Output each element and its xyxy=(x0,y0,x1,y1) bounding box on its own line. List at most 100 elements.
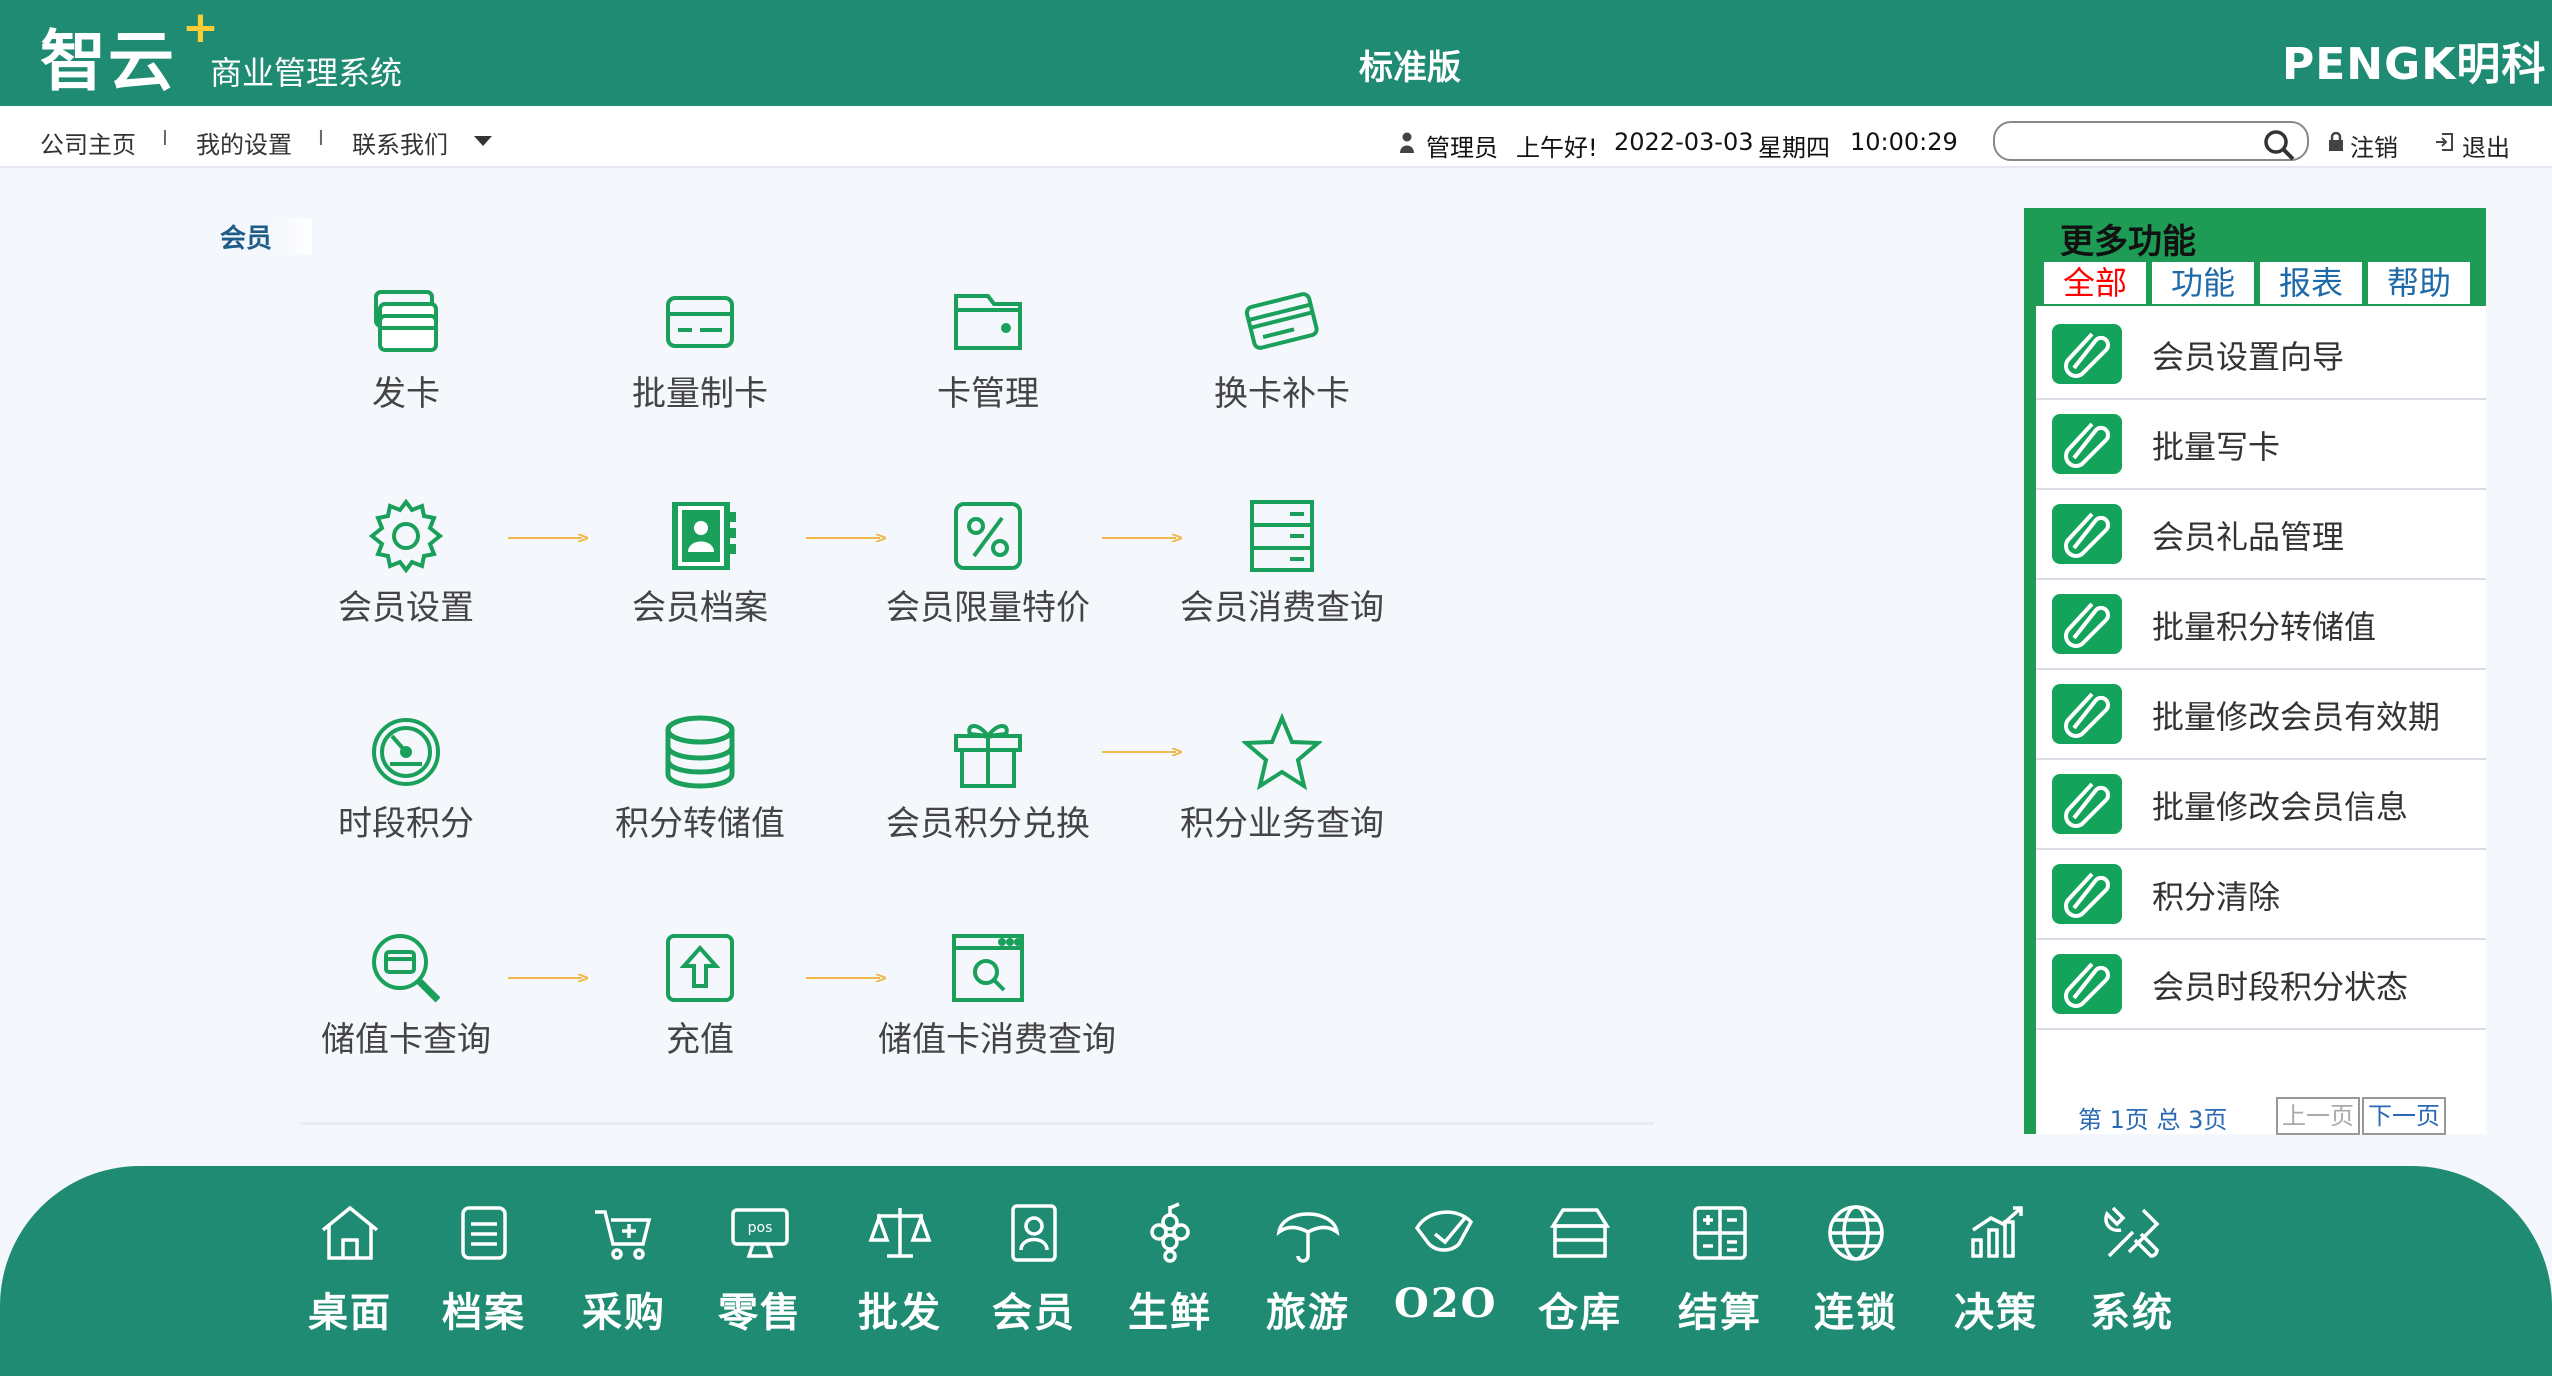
database-icon xyxy=(665,715,735,789)
tag-icon-box xyxy=(2052,864,2122,924)
dock-item-label: 决策 xyxy=(1954,1289,2038,1336)
function-label: 会员限量特价 xyxy=(886,588,1090,628)
home-icon xyxy=(321,1205,379,1260)
panel-item-batch-edit-member-expiry[interactable]: 批量修改会员有效期 xyxy=(2036,670,2486,760)
gear-icon xyxy=(368,498,444,574)
dock-item-label: 采购 xyxy=(582,1289,666,1336)
function-label: 发卡 xyxy=(372,374,440,414)
svg-text:pos: pos xyxy=(748,1220,773,1236)
dock-item-pos[interactable]: pos 零售 xyxy=(710,1200,810,1338)
tab-all[interactable]: 全部 xyxy=(2044,262,2146,304)
function-label: 会员档案 xyxy=(632,588,768,628)
tag-icon-box xyxy=(2052,684,2122,744)
dock-item-calculator[interactable]: 结算 xyxy=(1670,1200,1770,1338)
dock-item-scale[interactable]: 批发 xyxy=(850,1200,950,1338)
function-points-to-stored-value[interactable]: 积分转储值 xyxy=(590,712,810,845)
panel-item-points-clear[interactable]: 积分清除 xyxy=(2036,850,2486,940)
warehouse-icon xyxy=(1549,1208,1611,1258)
dock-item-cart[interactable]: 采购 xyxy=(574,1200,674,1338)
function-member-settings[interactable]: 会员设置 xyxy=(296,496,516,629)
nav-contact-link[interactable]: 联系我们 xyxy=(352,125,448,160)
dock-item-tools[interactable]: 系统 xyxy=(2082,1200,2182,1338)
scale-icon xyxy=(868,1208,932,1258)
panel-title: 更多功能 xyxy=(2060,222,2196,262)
swap-card-icon xyxy=(1244,292,1319,350)
function-points-redeem[interactable]: 会员积分兑换 xyxy=(878,712,1098,845)
function-period-points[interactable]: 时段积分 xyxy=(296,712,516,845)
globe-icon xyxy=(1828,1205,1884,1261)
function-member-profile[interactable]: 会员档案 xyxy=(590,496,810,629)
function-member-special-price[interactable]: 会员限量特价 xyxy=(878,496,1098,629)
dock-item-globe[interactable]: 连锁 xyxy=(1806,1200,1906,1338)
tools-icon xyxy=(2104,1206,2160,1258)
dock-item-member-card[interactable]: 会员 xyxy=(984,1200,1084,1338)
dock-item-handshake[interactable]: O2O xyxy=(1394,1200,1496,1327)
star-icon xyxy=(1242,712,1322,791)
nav-home-link[interactable]: 公司主页 xyxy=(40,125,136,160)
dock-item-warehouse[interactable]: 仓库 xyxy=(1530,1200,1630,1338)
flow-arrow-icon xyxy=(508,974,588,982)
dock-item-label: 零售 xyxy=(718,1289,802,1336)
panel-item-batch-edit-member-info[interactable]: 批量修改会员信息 xyxy=(2036,760,2486,850)
brand-logo: PENGK明科 xyxy=(2282,39,2547,90)
tag-icon xyxy=(2064,872,2111,918)
function-recharge[interactable]: 充值 xyxy=(590,928,810,1061)
current-date: 2022-03-03 xyxy=(1614,128,1754,156)
dock-item-label: 仓库 xyxy=(1538,1289,1622,1336)
panel-item-label: 批量积分转储值 xyxy=(2152,608,2377,646)
function-stored-card-query[interactable]: 储值卡查询 xyxy=(296,928,516,1061)
gift-icon xyxy=(954,724,1022,788)
dock-item-label: 批发 xyxy=(858,1289,942,1336)
tab-reports[interactable]: 报表 xyxy=(2260,262,2362,304)
next-page-button[interactable]: 下一页 xyxy=(2362,1097,2446,1135)
chevron-down-icon[interactable] xyxy=(474,136,492,146)
logo-subtitle: 商业管理系统 xyxy=(210,54,403,92)
function-label: 储值卡查询 xyxy=(321,1020,491,1060)
pager-info: 第 1页 总 3页 xyxy=(2078,1106,2228,1134)
function-label: 换卡补卡 xyxy=(1214,374,1350,414)
dock-item-grapes[interactable]: 生鲜 xyxy=(1120,1200,1220,1338)
dock-item-document-list[interactable]: 档案 xyxy=(434,1200,534,1338)
function-points-business-query[interactable]: 积分业务查询 xyxy=(1172,712,1392,845)
panel-item-batch-write-card[interactable]: 批量写卡 xyxy=(2036,400,2486,490)
panel-item-label: 批量修改会员有效期 xyxy=(2152,698,2441,736)
function-label: 储值卡消费查询 xyxy=(878,1020,1116,1060)
member-card-icon xyxy=(1011,1204,1057,1262)
prev-page-button[interactable]: 上一页 xyxy=(2276,1097,2360,1135)
search-icon[interactable] xyxy=(2262,128,2296,162)
function-replace-card[interactable]: 换卡补卡 xyxy=(1172,282,1392,415)
exit-icon xyxy=(2436,133,2453,151)
function-stored-card-consumption-query[interactable]: 储值卡消费查询 xyxy=(878,928,1116,1061)
calculator-icon xyxy=(1693,1206,1747,1260)
function-card-management[interactable]: 卡管理 xyxy=(878,282,1098,415)
exit-link[interactable]: 退出 xyxy=(2462,128,2510,163)
tag-icon-box xyxy=(2052,774,2122,834)
panel-item-member-period-points-status[interactable]: 会员时段积分状态 xyxy=(2036,940,2486,1030)
dock-item-label: 系统 xyxy=(2090,1289,2174,1336)
dock-item-home[interactable]: 桌面 xyxy=(300,1200,400,1338)
dock-item-label: 会员 xyxy=(992,1289,1076,1336)
gauge-icon xyxy=(372,718,440,786)
tab-help[interactable]: 帮助 xyxy=(2368,262,2470,304)
function-label: 会员消费查询 xyxy=(1180,588,1384,628)
function-label: 会员积分兑换 xyxy=(886,804,1090,844)
tag-icon-box xyxy=(2052,594,2122,654)
dock-item-umbrella[interactable]: 旅游 xyxy=(1258,1200,1358,1338)
flow-arrow-icon xyxy=(1102,534,1182,542)
contact-book-icon xyxy=(672,502,736,570)
function-label: 批量制卡 xyxy=(632,374,768,414)
nav-separator: I xyxy=(318,126,324,150)
lock-icon xyxy=(2329,132,2343,151)
function-batch-make-card[interactable]: 批量制卡 xyxy=(590,282,810,415)
logout-link[interactable]: 注销 xyxy=(2350,128,2398,163)
function-issue-card[interactable]: 发卡 xyxy=(296,282,516,415)
panel-item-member-gift-management[interactable]: 会员礼品管理 xyxy=(2036,490,2486,580)
panel-item-batch-points-to-value[interactable]: 批量积分转储值 xyxy=(2036,580,2486,670)
nav-settings-link[interactable]: 我的设置 xyxy=(196,125,292,160)
panel-item-member-setup-wizard[interactable]: 会员设置向导 xyxy=(2036,310,2486,400)
function-label: 积分业务查询 xyxy=(1180,804,1384,844)
function-member-consumption-query[interactable]: 会员消费查询 xyxy=(1172,496,1392,629)
edition-label: 标准版 xyxy=(1359,48,1461,88)
tab-functions[interactable]: 功能 xyxy=(2152,262,2254,304)
dock-item-chart[interactable]: 决策 xyxy=(1946,1200,2046,1338)
